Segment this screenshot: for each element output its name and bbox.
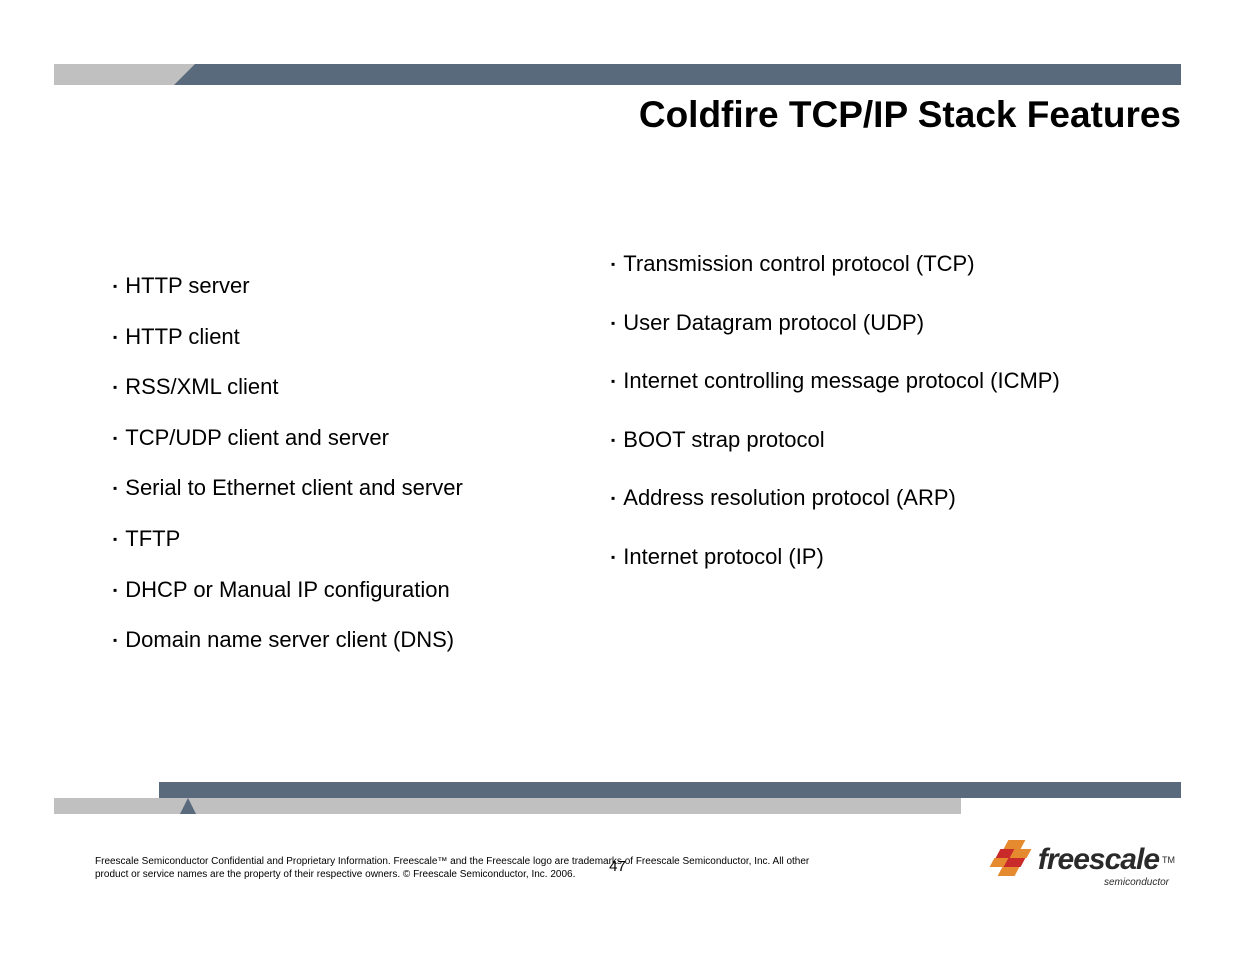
list-item-label: BOOT strap protocol bbox=[623, 426, 824, 455]
list-item: ▪ Address resolution protocol (ARP) bbox=[611, 484, 1131, 513]
list-item: ▪ Internet protocol (IP) bbox=[611, 543, 1131, 572]
list-item: ▪ Transmission control protocol (TCP) bbox=[611, 250, 1131, 279]
bullet-icon: ▪ bbox=[113, 272, 117, 300]
list-item: ▪ TFTP bbox=[113, 525, 573, 554]
brand-name: freescale bbox=[1038, 843, 1159, 877]
list-item: ▪ Internet controlling message protocol (… bbox=[611, 367, 1131, 396]
list-item-label: Internet protocol (IP) bbox=[623, 543, 824, 572]
header-bar-light bbox=[54, 64, 174, 85]
list-item: ▪ HTTP server bbox=[113, 272, 573, 301]
list-item: ▪ BOOT strap protocol bbox=[611, 426, 1131, 455]
bullet-icon: ▪ bbox=[113, 323, 117, 351]
freescale-mark-icon bbox=[992, 840, 1032, 880]
bullet-icon: ▪ bbox=[611, 367, 615, 395]
header-bar-dark bbox=[174, 64, 1181, 85]
brand-tm: TM bbox=[1162, 855, 1175, 865]
bullet-icon: ▪ bbox=[113, 373, 117, 401]
footer-bar-dark bbox=[54, 782, 1181, 798]
footer-bar-triangle bbox=[180, 798, 196, 814]
bullet-icon: ▪ bbox=[611, 426, 615, 454]
feature-list-right: ▪ Transmission control protocol (TCP) ▪ Us… bbox=[611, 250, 1131, 602]
list-item-label: DHCP or Manual IP configuration bbox=[125, 576, 449, 605]
list-item-label: TFTP bbox=[125, 525, 180, 554]
bullet-icon: ▪ bbox=[113, 576, 117, 604]
list-item-label: Serial to Ethernet client and server bbox=[125, 474, 463, 503]
list-item-label: RSS/XML client bbox=[125, 373, 278, 402]
list-item-label: Domain name server client (DNS) bbox=[125, 626, 454, 655]
bullet-icon: ▪ bbox=[611, 543, 615, 571]
bullet-icon: ▪ bbox=[113, 474, 117, 502]
bullet-icon: ▪ bbox=[113, 424, 117, 452]
bullet-icon: ▪ bbox=[113, 626, 117, 654]
list-item-label: Address resolution protocol (ARP) bbox=[623, 484, 956, 513]
list-item-label: User Datagram protocol (UDP) bbox=[623, 309, 924, 338]
bullet-icon: ▪ bbox=[611, 484, 615, 512]
list-item: ▪ Serial to Ethernet client and server bbox=[113, 474, 573, 503]
list-item: ▪ DHCP or Manual IP configuration bbox=[113, 576, 573, 605]
bullet-icon: ▪ bbox=[611, 309, 615, 337]
bullet-icon: ▪ bbox=[611, 250, 615, 278]
list-item: ▪ Domain name server client (DNS) bbox=[113, 626, 573, 655]
feature-list-left: ▪ HTTP server ▪ HTTP client ▪ RSS/XML clien… bbox=[113, 272, 573, 677]
list-item-label: Internet controlling message protocol (I… bbox=[623, 367, 1060, 396]
list-item: ▪ HTTP client bbox=[113, 323, 573, 352]
bullet-icon: ▪ bbox=[113, 525, 117, 553]
list-item-label: HTTP client bbox=[125, 323, 240, 352]
brand-logo: freescale TM semiconductor bbox=[992, 840, 1175, 888]
list-item-label: HTTP server bbox=[125, 272, 249, 301]
slide-title: Coldfire TCP/IP Stack Features bbox=[300, 94, 1181, 136]
list-item: ▪ TCP/UDP client and server bbox=[113, 424, 573, 453]
list-item: ▪ User Datagram protocol (UDP) bbox=[611, 309, 1131, 338]
list-item: ▪ RSS/XML client bbox=[113, 373, 573, 402]
list-item-label: Transmission control protocol (TCP) bbox=[623, 250, 974, 279]
footer-cut-right bbox=[961, 798, 1181, 814]
footer-cut-left bbox=[54, 782, 159, 798]
header-bar-triangle bbox=[174, 64, 195, 85]
list-item-label: TCP/UDP client and server bbox=[125, 424, 389, 453]
